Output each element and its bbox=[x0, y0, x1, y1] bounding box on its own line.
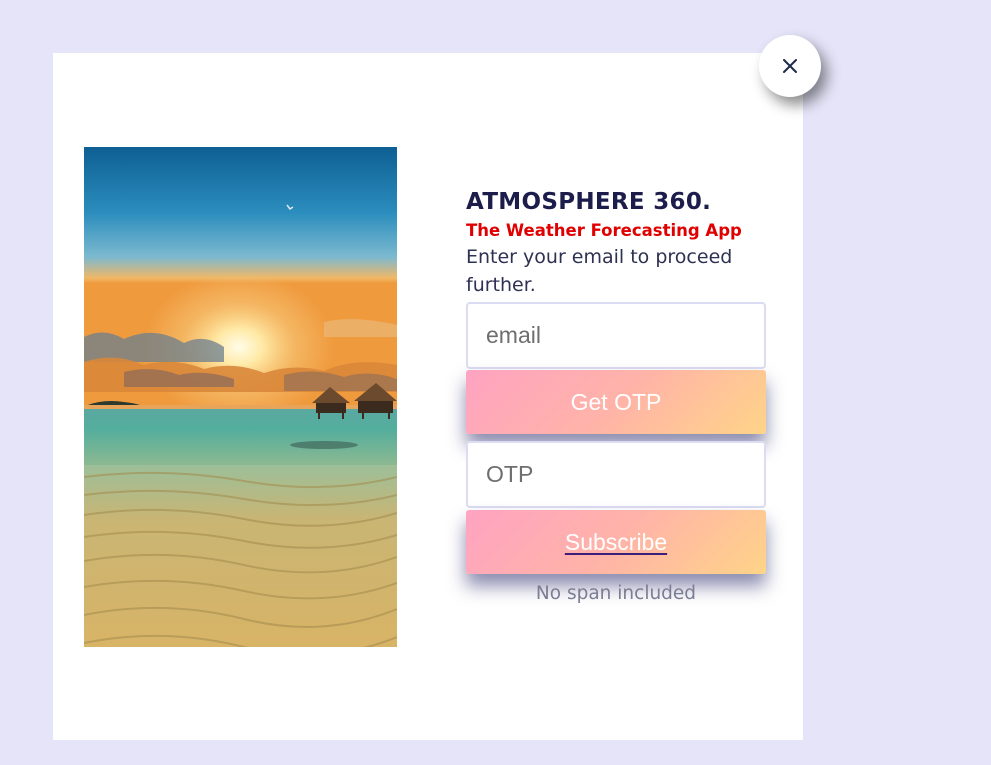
subscribe-button[interactable]: Subscribe bbox=[466, 510, 766, 574]
form-description: Enter your email to proceed further. bbox=[466, 246, 733, 296]
beach-sunset-image bbox=[84, 147, 397, 647]
get-otp-button[interactable]: Get OTP bbox=[466, 370, 766, 434]
app-subtitle: The Weather Forecasting App bbox=[466, 221, 742, 240]
footer-note: No span included bbox=[535, 583, 697, 604]
otp-input[interactable] bbox=[466, 441, 766, 508]
signup-form: ATMOSPHERE 360. The Weather Forecasting … bbox=[466, 185, 766, 299]
email-input[interactable] bbox=[466, 302, 766, 369]
close-button[interactable] bbox=[759, 35, 821, 97]
app-title: ATMOSPHERE 360. bbox=[466, 189, 712, 215]
subscribe-label: Subscribe bbox=[564, 528, 668, 555]
get-otp-label: Get OTP bbox=[570, 388, 662, 415]
close-icon bbox=[783, 59, 797, 73]
